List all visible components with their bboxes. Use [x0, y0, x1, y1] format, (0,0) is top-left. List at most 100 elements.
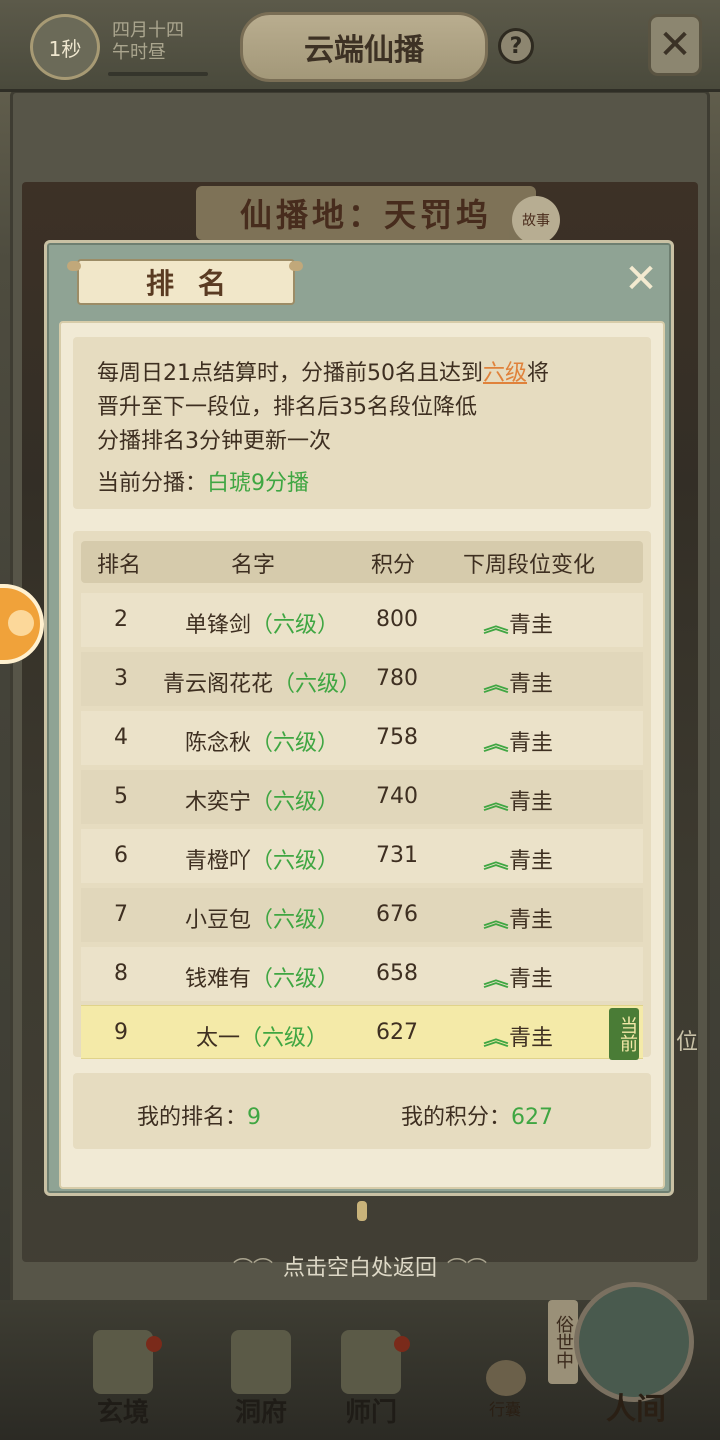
rules-line-2: 晋升至下一段位，排名后35名段位降低	[97, 395, 477, 420]
world-label[interactable]: 人间	[586, 1384, 686, 1428]
name-cell: 陈念秋（六级）	[137, 725, 387, 757]
score-cell: 740	[376, 784, 418, 809]
my-score: 我的积分：627	[401, 1099, 553, 1131]
notification-dot	[394, 1336, 410, 1352]
name-cell: 青云阁花花（六级）	[137, 666, 387, 698]
player-tier: （六级）	[240, 1026, 329, 1051]
change-cell: ︽青圭	[483, 961, 627, 993]
bag-button[interactable]: 行囊	[480, 1396, 530, 1420]
change-cell: ︽青圭	[483, 725, 627, 757]
current-division-value: 白琥9分播	[207, 471, 310, 496]
header-name: 名字	[231, 553, 276, 578]
top-bar: 1秒 四月十四 午时昼 云端仙播 ? ✕	[0, 0, 720, 92]
table-row[interactable]: 4 陈念秋（六级） 758 ︽青圭	[81, 711, 643, 765]
name-cell: 单锋剑（六级）	[137, 607, 387, 639]
scroll-icon	[93, 1330, 153, 1394]
ranking-table: 排名 名字 积分 下周段位变化 2 单锋剑（六级） 800 ︽青圭 3 青云阁花…	[73, 531, 651, 1060]
score-cell: 800	[376, 607, 418, 632]
story-button[interactable]: 故事	[512, 196, 560, 244]
place-title: 仙播地：天罚坞	[196, 186, 536, 240]
rank-up-icon: ︽	[483, 852, 509, 873]
change-cell: ︽青圭	[483, 784, 627, 816]
nav-item-xuanjing[interactable]: 玄境	[78, 1330, 168, 1430]
nav-label: 玄境	[96, 1398, 149, 1428]
change-cell: ︽青圭	[483, 843, 627, 875]
rules-info: 每周日21点结算时，分播前50名且达到六级将 晋升至下一段位，排名后35名段位降…	[73, 337, 651, 509]
player-name: 陈念秋	[184, 731, 251, 756]
plaque-knob-right	[289, 261, 303, 271]
score-cell: 658	[376, 961, 418, 986]
player-tier: （六级）	[251, 731, 340, 756]
current-division-label: 当前分播：	[97, 471, 208, 496]
name-cell: 小豆包（六级）	[137, 902, 387, 934]
my-rank: 我的排名：9	[137, 1099, 261, 1131]
game-date: 四月十四 午时昼	[112, 20, 184, 64]
my-table-row[interactable]: 9 太一（六级） 627 ︽青圭 当前	[81, 1005, 643, 1060]
modal-bottom-ornament	[357, 1201, 367, 1221]
player-name: 钱难有	[184, 967, 251, 992]
plaque-knob-left	[67, 261, 81, 271]
change-cell: ︽青圭	[483, 1020, 627, 1052]
rank-up-icon: ︽	[483, 793, 509, 814]
swirl-right-icon: ⌒⌒	[447, 1256, 487, 1280]
change-cell: ︽青圭	[483, 902, 627, 934]
header-rank: 排名	[97, 553, 142, 578]
player-name: 青橙吖	[184, 849, 251, 874]
rank-up-icon: ︽	[483, 734, 509, 755]
name-cell: 木奕宁（六级）	[137, 784, 387, 816]
pavilion-icon	[231, 1330, 291, 1394]
nav-item-shimen[interactable]: 师门	[326, 1330, 416, 1430]
rank-up-icon: ︽	[483, 911, 509, 932]
next-division: 青圭	[509, 1026, 554, 1051]
banner-icon	[341, 1330, 401, 1394]
rank-up-icon: ︽	[483, 616, 509, 637]
table-row[interactable]: 6 青橙吖（六级） 731 ︽青圭	[81, 829, 643, 883]
rules-text: 将	[527, 361, 550, 386]
rank-up-icon: ︽	[483, 970, 509, 991]
score-cell: 780	[376, 666, 418, 691]
rules-line-1: 每周日21点结算时，分播前50名且达到六级将	[97, 357, 651, 391]
table-row[interactable]: 2 单锋剑（六级） 800 ︽青圭	[81, 593, 643, 647]
name-cell: 太一（六级）	[137, 1020, 387, 1052]
table-row[interactable]: 8 钱难有（六级） 658 ︽青圭	[81, 947, 643, 1001]
date-line-1: 四月十四	[112, 20, 184, 41]
top-close-button[interactable]: ✕	[648, 14, 702, 76]
notification-dot	[146, 1336, 162, 1352]
table-row[interactable]: 3 青云阁花花（六级） 780 ︽青圭	[81, 652, 643, 706]
next-division: 青圭	[509, 790, 554, 815]
table-row[interactable]: 5 木奕宁（六级） 740 ︽青圭	[81, 770, 643, 824]
header-score: 积分	[371, 553, 416, 578]
bag-icon[interactable]	[486, 1360, 526, 1396]
date-line-2: 午时昼	[112, 42, 166, 63]
table-header: 排名 名字 积分 下周段位变化	[81, 541, 643, 583]
player-tier: （六级）	[251, 967, 340, 992]
change-cell: ︽青圭	[483, 607, 627, 639]
player-name: 青云阁花花	[162, 672, 273, 697]
rules-text: 每周日21点结算时，分播前50名且达到	[97, 361, 483, 386]
return-hint[interactable]: ⌒⌒ 点击空白处返回 ⌒⌒	[0, 1250, 720, 1282]
nav-item-dongfu[interactable]: 洞府	[216, 1330, 306, 1430]
modal-close-button[interactable]: ✕	[619, 256, 663, 302]
my-score-label: 我的积分：	[401, 1105, 512, 1130]
tier-link[interactable]: 六级	[483, 361, 527, 386]
player-name: 太一	[195, 1026, 240, 1051]
name-cell: 青橙吖（六级）	[137, 843, 387, 875]
player-tier: （六级）	[251, 908, 340, 933]
next-division: 青圭	[509, 849, 554, 874]
my-rank-value: 9	[247, 1105, 262, 1130]
return-hint-text: 点击空白处返回	[282, 1256, 437, 1281]
player-name: 单锋剑	[184, 613, 251, 638]
next-division: 青圭	[509, 967, 554, 992]
score-cell: 758	[376, 725, 418, 750]
nav-label: 师门	[344, 1398, 397, 1428]
my-summary: 我的排名：9 我的积分：627	[73, 1073, 651, 1149]
next-division: 青圭	[509, 731, 554, 756]
table-row[interactable]: 7 小豆包（六级） 676 ︽青圭	[81, 888, 643, 942]
background-text: 位	[676, 1030, 699, 1055]
time-progress-bar	[108, 72, 208, 76]
gamepad-icon	[8, 610, 34, 636]
next-division: 青圭	[509, 908, 554, 933]
player-tier: （六级）	[251, 849, 340, 874]
help-button[interactable]: ?	[498, 28, 534, 64]
score-cell: 627	[376, 1020, 418, 1045]
